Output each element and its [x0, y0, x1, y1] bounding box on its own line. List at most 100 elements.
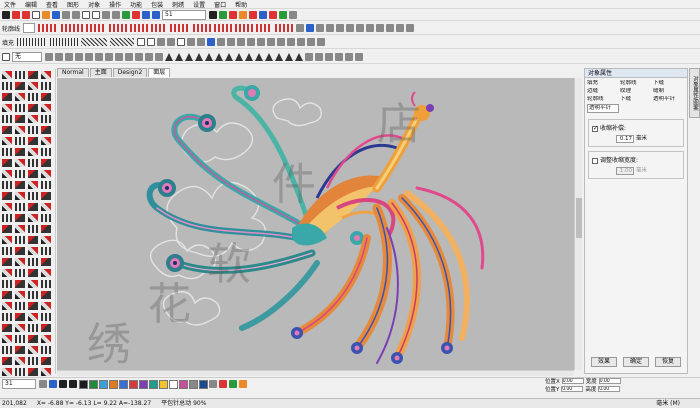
- stitch13-tool-icon[interactable]: [2, 181, 12, 189]
- horizontal-scrollbar[interactable]: [57, 370, 574, 376]
- panel-subtab-edge[interactable]: 透明平针: [653, 96, 685, 103]
- color-swatch[interactable]: [159, 379, 168, 389]
- motif-tool-icon[interactable]: [28, 126, 38, 134]
- stitch4-tool-icon[interactable]: [41, 148, 51, 156]
- stitch39-tool-icon[interactable]: [28, 247, 38, 255]
- stitch71-tool-icon[interactable]: [28, 335, 38, 343]
- layer-select[interactable]: 无: [12, 51, 42, 62]
- select-tool-icon[interactable]: [2, 71, 12, 79]
- fill-shape15-icon[interactable]: [277, 38, 286, 46]
- stitch40-tool-icon[interactable]: [41, 247, 51, 255]
- trim-icon[interactable]: [249, 10, 257, 19]
- copy-icon[interactable]: [82, 10, 90, 19]
- menu-function[interactable]: 功能: [130, 0, 142, 9]
- stitch8-tool-icon[interactable]: [41, 159, 51, 167]
- fill-shape16-icon[interactable]: [287, 38, 296, 46]
- stitch33-tool-icon[interactable]: [2, 236, 12, 244]
- stitch83-tool-icon[interactable]: [28, 368, 38, 376]
- menu-operate[interactable]: 操作: [109, 0, 121, 9]
- align6-icon[interactable]: [95, 52, 103, 61]
- color-icon[interactable]: [239, 10, 247, 19]
- menu-settings[interactable]: 设置: [193, 0, 205, 9]
- blanket-stitch-icon[interactable]: [193, 24, 212, 32]
- stitch32-tool-icon[interactable]: [41, 225, 51, 233]
- arrow-up13-icon[interactable]: [285, 52, 293, 61]
- align9-icon[interactable]: [125, 52, 133, 61]
- menu-package[interactable]: 包装: [151, 0, 163, 9]
- stitch11-tool-icon[interactable]: [28, 170, 38, 178]
- stitch23-tool-icon[interactable]: [28, 203, 38, 211]
- cut-icon[interactable]: [72, 10, 80, 19]
- pattern8-icon[interactable]: [386, 24, 395, 32]
- color-swatch[interactable]: [99, 379, 108, 389]
- color-swatch[interactable]: [189, 379, 198, 389]
- thread-select[interactable]: 31: [2, 379, 36, 389]
- stitch53-tool-icon[interactable]: [2, 291, 12, 299]
- motif-stitch-icon[interactable]: [151, 24, 168, 32]
- stitch59-tool-icon[interactable]: [28, 302, 38, 310]
- hoop-icon[interactable]: [132, 10, 140, 19]
- align11-icon[interactable]: [145, 52, 153, 61]
- zoom-out-icon[interactable]: [152, 10, 160, 19]
- satin-stitch-icon[interactable]: [86, 24, 107, 32]
- menu-window[interactable]: 窗口: [214, 0, 226, 9]
- stitch62-tool-icon[interactable]: [15, 313, 25, 321]
- stitch57-tool-icon[interactable]: [2, 302, 12, 310]
- shrink-value-input[interactable]: 0.17: [616, 135, 634, 143]
- menu-edit[interactable]: 编辑: [25, 0, 37, 9]
- logo-w-icon[interactable]: [22, 10, 30, 19]
- color-tool-icon[interactable]: [209, 380, 217, 388]
- minus-icon[interactable]: [69, 380, 77, 388]
- color-swatch[interactable]: [79, 379, 88, 389]
- thread-icon[interactable]: [39, 380, 47, 388]
- pos-y-input[interactable]: [561, 385, 584, 392]
- stitch51-tool-icon[interactable]: [28, 280, 38, 288]
- fill-shape3-icon[interactable]: [157, 38, 166, 46]
- applique-tool-icon[interactable]: [2, 126, 12, 134]
- node5-icon[interactable]: [345, 52, 353, 61]
- node-icon[interactable]: [305, 52, 313, 61]
- design-canvas[interactable]: 绣 花 软 件 店: [57, 78, 582, 370]
- align7-icon[interactable]: [105, 52, 113, 61]
- fill-shape9-icon[interactable]: [217, 38, 226, 46]
- stitch65-tool-icon[interactable]: [2, 324, 12, 332]
- stitch69-tool-icon[interactable]: [2, 335, 12, 343]
- align-icon[interactable]: [45, 52, 53, 61]
- stitch41-tool-icon[interactable]: [2, 258, 12, 266]
- stitch80-tool-icon[interactable]: [41, 357, 51, 365]
- stitch26-tool-icon[interactable]: [15, 214, 25, 222]
- stitch37-tool-icon[interactable]: [2, 247, 12, 255]
- hole-tool-icon[interactable]: [41, 104, 51, 112]
- knife-tool-icon[interactable]: [2, 104, 12, 112]
- stitch78-tool-icon[interactable]: [15, 357, 25, 365]
- stop-icon[interactable]: [229, 10, 237, 19]
- menu-help[interactable]: 帮助: [235, 0, 247, 9]
- fill-shape4-icon[interactable]: [167, 38, 176, 46]
- arrow-up2-icon[interactable]: [175, 52, 183, 61]
- stitch31-tool-icon[interactable]: [28, 225, 38, 233]
- stitch17-tool-icon[interactable]: [2, 192, 12, 200]
- arrow-up10-icon[interactable]: [255, 52, 263, 61]
- tab-normal[interactable]: Normal: [57, 68, 89, 77]
- arrow-up9-icon[interactable]: [245, 52, 253, 61]
- stitch56-tool-icon[interactable]: [41, 291, 51, 299]
- feather-stitch-icon[interactable]: [256, 24, 273, 32]
- layer-icon[interactable]: [2, 52, 10, 61]
- arrow-up12-icon[interactable]: [275, 52, 283, 61]
- panel-tab-outline[interactable]: 轮廓线: [620, 80, 652, 87]
- stitch82-tool-icon[interactable]: [15, 368, 25, 376]
- color-swatch[interactable]: [199, 379, 208, 389]
- record-icon[interactable]: [12, 10, 20, 19]
- fill-pattern4-icon[interactable]: [110, 38, 135, 46]
- pattern-icon[interactable]: [316, 24, 325, 32]
- moon-icon[interactable]: [306, 24, 315, 32]
- cord-tool-icon[interactable]: [28, 137, 38, 145]
- node3-icon[interactable]: [325, 52, 333, 61]
- vertical-scrollbar[interactable]: [574, 78, 582, 370]
- arc-tool-icon[interactable]: [15, 82, 25, 90]
- weld-tool-icon[interactable]: [28, 104, 38, 112]
- stitch77-tool-icon[interactable]: [2, 357, 12, 365]
- pattern7-icon[interactable]: [376, 24, 385, 32]
- align2-icon[interactable]: [55, 52, 63, 61]
- stitch27-tool-icon[interactable]: [28, 214, 38, 222]
